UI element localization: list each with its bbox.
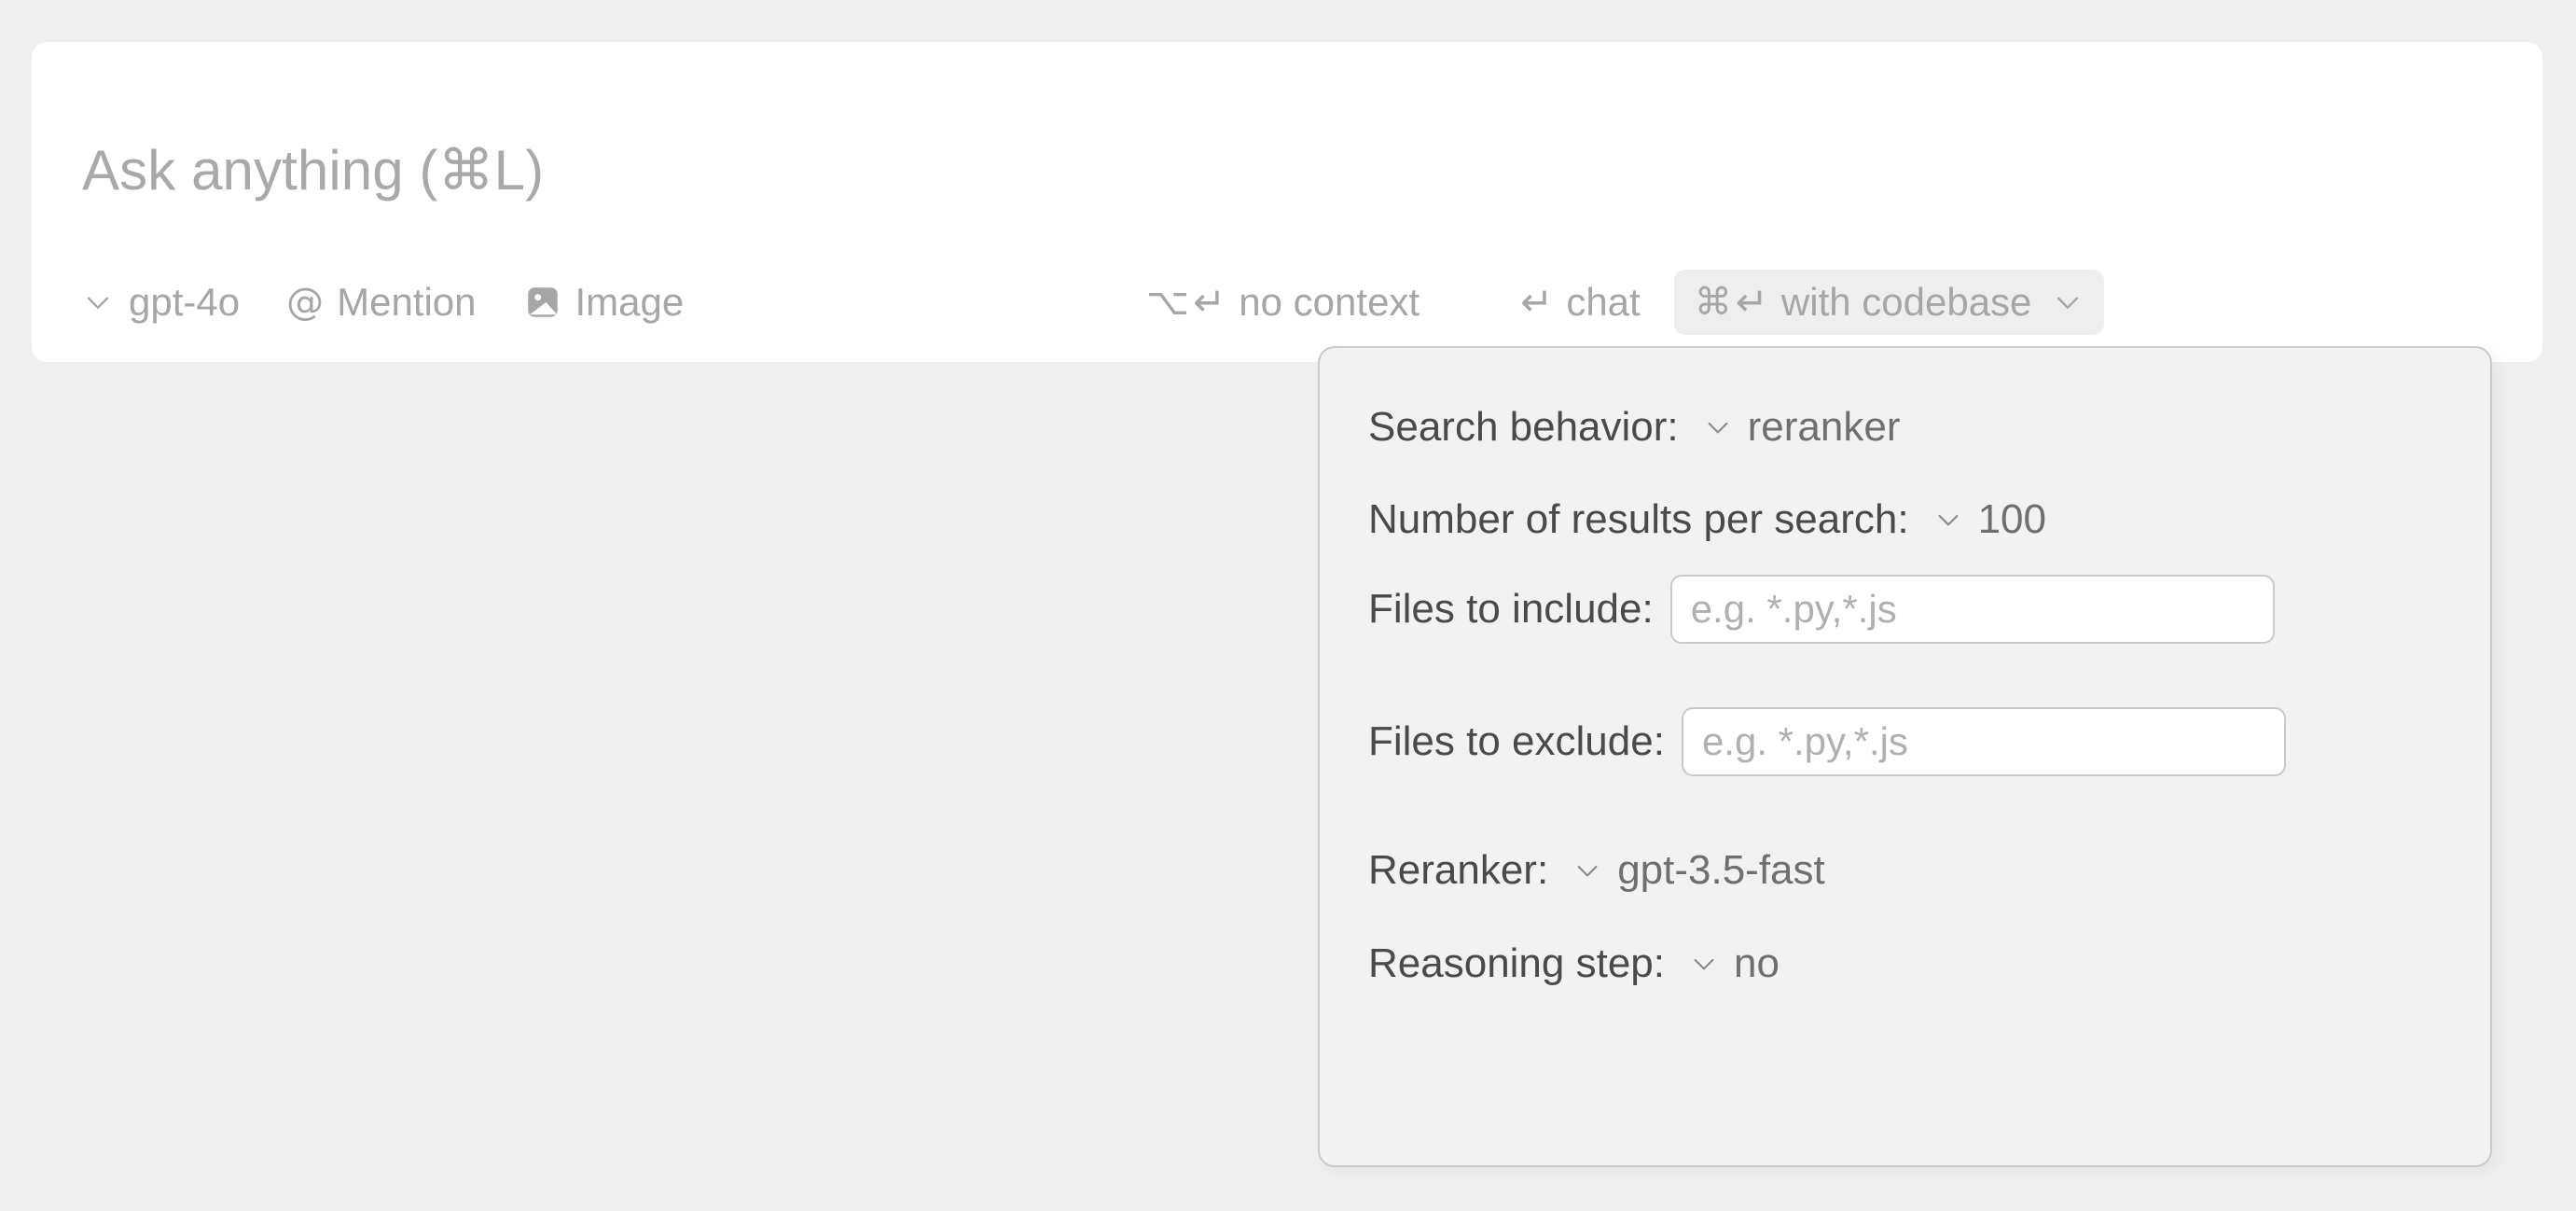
files-exclude-input[interactable] [1681,707,2286,776]
image-button[interactable]: Image [510,270,698,335]
chevron-down-icon[interactable] [2052,286,2084,318]
chevron-down-icon [82,286,114,318]
option-row-files-include: Files to include: [1368,575,2275,644]
option-row-results-count: Number of results per search: 100 [1368,490,2052,550]
reasoning-step-label: Reasoning step: [1368,940,1665,986]
chevron-down-icon [1689,949,1719,979]
at-sign-icon: @ [286,281,325,324]
option-row-search-behavior: Search behavior: reranker [1368,397,1906,457]
mention-button[interactable]: @ Mention [273,270,489,335]
reranker-value: gpt-3.5-fast [1617,847,1825,893]
image-label: Image [575,280,685,324]
chat-label: chat [1566,280,1641,324]
model-selector[interactable]: gpt-4o [82,270,253,335]
option-row-files-exclude: Files to exclude: [1368,707,2286,776]
option-row-reasoning-step: Reasoning step: no [1368,934,1785,994]
chat-button[interactable]: ↵ chat [1507,270,1654,335]
reasoning-step-value: no [1734,940,1780,986]
option-row-reranker: Reranker: gpt-3.5-fast [1368,841,1831,900]
prompt-input[interactable]: Ask anything (⌘L) [82,143,544,199]
search-behavior-value: reranker [1747,404,1901,450]
toolbar-right-group: ⌥ ↵ no context ↵ chat ⌘ ↵ with codebase [1146,270,2105,335]
files-exclude-label: Files to exclude: [1368,718,1665,764]
mention-label: Mention [337,280,477,324]
codebase-options-panel: Search behavior: reranker Number of resu… [1318,346,2492,1167]
with-codebase-label: with codebase [1780,280,2032,324]
return-key-icon: ↵ [1193,279,1226,325]
with-codebase-button[interactable]: ⌘ ↵ with codebase [1673,270,2105,335]
reasoning-step-select[interactable]: no [1683,940,1785,988]
command-key-icon: ⌘ [1694,281,1732,324]
results-count-label: Number of results per search: [1368,496,1909,542]
toolbar-left-group: gpt-4o @ Mention Image [82,270,697,335]
chevron-down-icon [1572,856,1602,885]
composer-toolbar: gpt-4o @ Mention Image ⌥ ↵ no context ↵ … [32,257,2542,359]
image-icon [523,283,562,322]
chevron-down-icon [1703,412,1733,442]
model-selector-label: gpt-4o [129,280,241,324]
return-key-icon: ↵ [1735,279,1768,325]
chat-composer-card: Ask anything (⌘L) gpt-4o @ Mention Image… [32,42,2542,362]
return-key-icon: ↵ [1520,279,1554,325]
no-context-label: no context [1239,280,1420,324]
results-count-value: 100 [1977,496,2046,542]
option-return-keys-icon: ⌥ ↵ [1146,283,1226,322]
search-behavior-label: Search behavior: [1368,404,1679,450]
reranker-select[interactable]: gpt-3.5-fast [1567,846,1831,895]
files-include-input[interactable] [1669,575,2275,644]
command-return-keys-icon: ⌘ ↵ [1695,283,1768,322]
chevron-down-icon [1933,505,1963,535]
search-behavior-select[interactable]: reranker [1697,403,1906,452]
option-key-icon: ⌥ [1146,281,1190,324]
results-count-select[interactable]: 100 [1928,495,2052,544]
reranker-label: Reranker: [1368,847,1549,893]
no-context-button[interactable]: ⌥ ↵ no context [1146,270,1433,335]
files-include-label: Files to include: [1368,586,1654,632]
